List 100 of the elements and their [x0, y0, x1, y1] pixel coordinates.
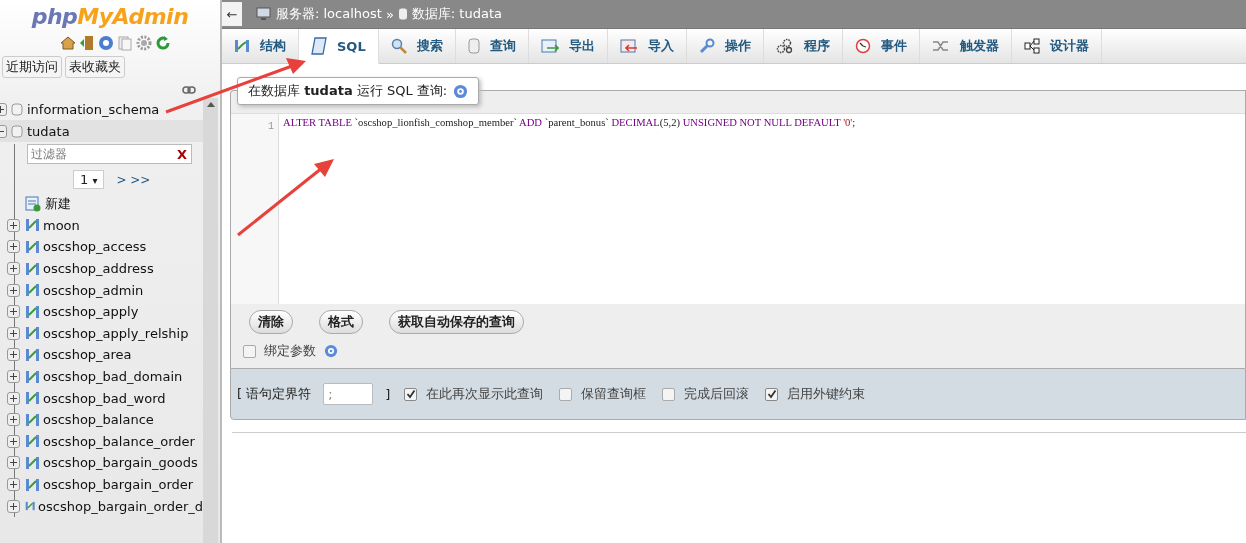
table-name[interactable]: oscshop_access	[43, 239, 147, 255]
tab[interactable]: 查询	[455, 29, 529, 63]
tab[interactable]: 程序	[763, 29, 843, 63]
import-icon	[619, 39, 638, 53]
action-button[interactable]: 清除	[249, 310, 293, 334]
diagram-icon	[1023, 38, 1040, 54]
table-name[interactable]: oscshop_area	[43, 347, 132, 363]
action-button[interactable]: 格式	[319, 310, 363, 334]
expand-icon[interactable]	[7, 348, 20, 362]
checkbox-label: 完成后回滚	[684, 385, 750, 403]
checkbox[interactable]	[243, 344, 256, 358]
sidebar-tab[interactable]: 近期访问	[2, 56, 62, 78]
table-name[interactable]: oscshop_bargain_goods	[43, 455, 198, 471]
shuffle-icon	[931, 39, 950, 53]
sidebar-tab[interactable]: 表收藏夹	[65, 56, 125, 78]
link-icon[interactable]	[182, 86, 196, 94]
table-name[interactable]: oscshop_address	[43, 261, 154, 277]
clear-filter-button[interactable]: X	[176, 146, 191, 162]
panel-title: 在数据库 tudata 运行 SQL 查询:	[248, 82, 448, 100]
tab[interactable]: SQL	[299, 29, 379, 64]
table-icon[interactable]	[25, 218, 41, 233]
action-button[interactable]: 获取自动保存的查询	[389, 310, 524, 334]
help-icon[interactable]	[97, 35, 114, 51]
table-name[interactable]: oscshop_balance	[43, 412, 154, 428]
database-name[interactable]: information_schema	[27, 101, 160, 117]
checkbox[interactable]	[765, 387, 779, 401]
back-button[interactable]: ←	[222, 2, 242, 26]
home-icon[interactable]	[59, 35, 76, 51]
database-icon	[467, 38, 480, 54]
page-select[interactable]: 1 ▾	[73, 170, 105, 189]
checkbox[interactable]	[662, 387, 676, 401]
reload-icon[interactable]	[154, 35, 171, 51]
breadcrumb-link[interactable]: 服务器: localhost	[276, 5, 382, 23]
tab[interactable]: 导出	[528, 29, 608, 63]
expand-icon[interactable]	[7, 262, 20, 276]
tab[interactable]: 触发器	[919, 29, 1012, 63]
sql-code: ALTER TABLE `oscshop_lionfish_comshop_member` ADD `parent_bonus` DECIMAL(5,2) UNSIGNED NOT NULL DEFAULT '0';	[283, 117, 856, 128]
breadcrumb-separator: »	[385, 6, 394, 22]
expand-icon[interactable]	[7, 326, 20, 340]
document-icon[interactable]	[116, 35, 133, 51]
tab[interactable]: 事件	[842, 29, 920, 63]
table-name[interactable]: moon	[43, 217, 80, 233]
table-icon[interactable]	[25, 347, 41, 362]
table-name[interactable]: oscshop_bad_word	[43, 390, 166, 406]
table-icon[interactable]	[25, 434, 41, 449]
expand-icon[interactable]	[7, 456, 20, 470]
table-name[interactable]: oscshop_admin	[43, 282, 144, 298]
checkbox[interactable]	[404, 387, 418, 401]
breadcrumb-link[interactable]: 数据库: tudata	[411, 5, 502, 23]
checkbox[interactable]	[559, 387, 573, 401]
expand-icon[interactable]	[7, 218, 20, 232]
line-number: 1	[268, 121, 274, 132]
table-icon[interactable]	[25, 326, 41, 341]
sql-editor[interactable]: 1 ALTER TABLE `oscshop_lionfish_comshop_member` ADD `parent_bonus` DECIMAL(5,2) UNSIGNED NOT NULL DEFAULT '0';	[231, 113, 1245, 304]
bracket-text: ]	[385, 386, 391, 402]
table-name[interactable]: oscshop_balance_order	[43, 433, 195, 449]
new-table-link[interactable]: 新建	[45, 194, 71, 213]
table-icon[interactable]	[25, 261, 41, 276]
checkbox-label: 保留查询框	[581, 385, 647, 403]
database-name[interactable]: tudata	[27, 123, 70, 139]
database-icon	[397, 7, 408, 21]
server-icon	[256, 7, 272, 21]
table-icon[interactable]	[25, 391, 41, 406]
scrollbar[interactable]	[203, 98, 218, 543]
expand-icon[interactable]	[7, 370, 20, 384]
tab[interactable]: 操作	[686, 29, 764, 63]
scroll-up-icon[interactable]	[207, 102, 215, 107]
expand-icon[interactable]	[7, 391, 20, 405]
table-name[interactable]: oscshop_apply	[43, 304, 139, 320]
settings-icon[interactable]	[135, 35, 152, 51]
expand-icon[interactable]	[7, 283, 20, 297]
expand-icon[interactable]	[7, 413, 20, 427]
expand-icon[interactable]	[7, 305, 20, 319]
table-icon[interactable]	[25, 283, 41, 298]
table-icon[interactable]	[25, 477, 41, 492]
page-navigation-link[interactable]: > >>	[116, 172, 151, 187]
tab[interactable]: 导入	[607, 29, 687, 63]
filter-field[interactable]: 过滤器 X	[27, 144, 192, 164]
app-logo: phpMyAdmin	[31, 4, 189, 29]
table-icon[interactable]	[25, 455, 41, 470]
tab[interactable]: 设计器	[1011, 29, 1102, 63]
table-name[interactable]: oscshop_bad_domain	[43, 369, 183, 385]
table-icon[interactable]	[25, 369, 41, 384]
expand-icon[interactable]	[7, 240, 20, 254]
help-icon[interactable]	[453, 83, 469, 99]
tab[interactable]: 搜索	[378, 29, 456, 63]
delimiter-field[interactable]: ;	[323, 383, 374, 405]
new-table-icon[interactable]	[25, 195, 41, 212]
table-icon[interactable]	[25, 304, 41, 319]
expand-icon[interactable]	[7, 434, 20, 448]
help-icon[interactable]	[324, 344, 338, 358]
table-icon[interactable]	[25, 412, 41, 427]
door-exit-icon[interactable]	[78, 35, 95, 51]
table-name[interactable]: oscshop_bargain_order_d	[38, 498, 203, 514]
table-icon[interactable]	[25, 240, 41, 254]
table-name[interactable]: oscshop_bargain_order	[43, 477, 194, 492]
table-name[interactable]: oscshop_apply_relship	[43, 325, 189, 341]
expand-icon[interactable]	[7, 478, 20, 491]
expand-icon[interactable]	[7, 499, 20, 513]
delimiter-label: [ 语句定界符	[237, 385, 312, 403]
